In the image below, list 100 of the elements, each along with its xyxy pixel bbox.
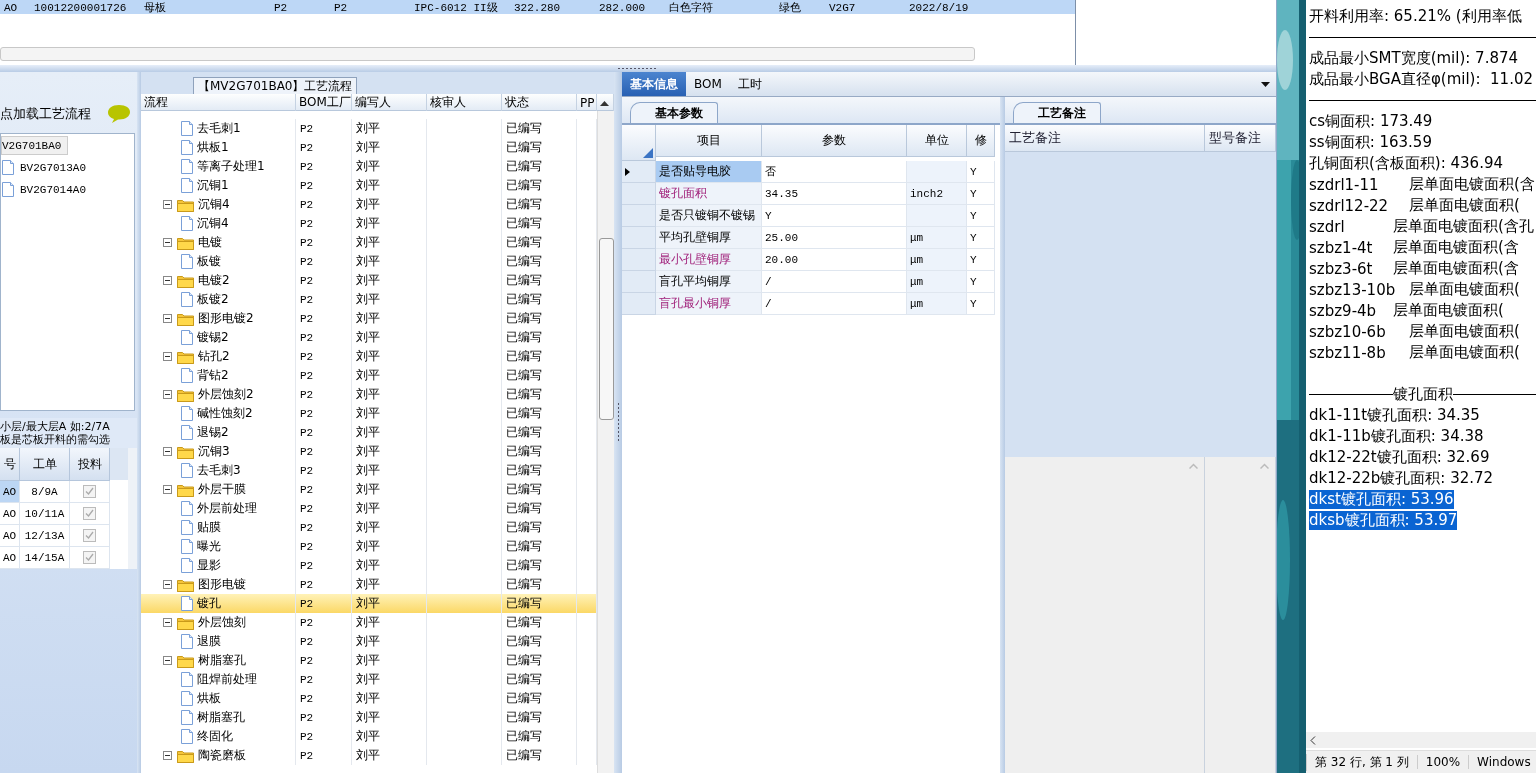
- column-header[interactable]: 状态: [502, 94, 577, 111]
- checkbox[interactable]: [83, 485, 96, 498]
- step-label: 沉铜4: [197, 215, 229, 232]
- column-header[interactable]: 核审人: [427, 94, 502, 111]
- sub-tab[interactable]: 工艺备注: [1013, 102, 1101, 123]
- file-icon: [181, 691, 193, 706]
- step-label: 图形电镀: [198, 576, 246, 593]
- collapse-icon[interactable]: [163, 618, 172, 627]
- column-header[interactable]: 号: [0, 448, 20, 481]
- step-label: 钻孔2: [198, 348, 230, 365]
- corner-header[interactable]: [622, 125, 656, 161]
- file-icon: [181, 425, 193, 440]
- checkbox[interactable]: [83, 551, 96, 564]
- file-icon: [181, 292, 193, 307]
- collapse-icon[interactable]: [163, 485, 172, 494]
- file-icon: [181, 501, 193, 516]
- table-cell-text: 322.280: [513, 1, 562, 14]
- table-cell: AO: [0, 503, 20, 525]
- file-icon: [181, 330, 193, 345]
- column-header[interactable]: 投料: [70, 448, 110, 481]
- table-cell: 14/15A: [20, 547, 70, 569]
- file-icon: [181, 729, 193, 744]
- section-heading: 镀孔面积: [1392, 385, 1453, 404]
- column-header[interactable]: 工艺备注: [1005, 125, 1205, 152]
- table-cell: AO: [0, 525, 20, 547]
- step-label: 沉铜3: [198, 443, 230, 460]
- status-text: 100%: [1416, 755, 1469, 769]
- grip-icon[interactable]: [618, 67, 658, 70]
- selected-text: dksb镀孔面积: 53.97: [1309, 511, 1458, 530]
- collapse-icon[interactable]: [163, 200, 172, 209]
- row-header[interactable]: [622, 161, 656, 183]
- sub-tab[interactable]: 基本参数: [630, 102, 718, 123]
- list-item[interactable]: V2G701BA0: [1, 136, 69, 155]
- checkbox[interactable]: [83, 529, 96, 542]
- column-header[interactable]: 编写人: [352, 94, 427, 111]
- column-header[interactable]: 单位: [907, 125, 967, 157]
- text-line: szdrl: [1309, 217, 1346, 236]
- column-header[interactable]: 型号备注: [1205, 125, 1276, 152]
- column-header[interactable]: 修: [967, 125, 995, 157]
- text-line: 层单面电镀面积(含: [1393, 259, 1519, 278]
- column-header[interactable]: PP: [577, 94, 597, 111]
- text-line: ss铜面积: 163.59: [1309, 133, 1432, 152]
- collapse-icon[interactable]: [163, 656, 172, 665]
- collapse-icon[interactable]: [163, 580, 172, 589]
- flag-cell: Y: [967, 249, 995, 271]
- collapse-icon[interactable]: [163, 751, 172, 760]
- text-line: 层单面电镀面积(: [1409, 322, 1520, 341]
- scroll-up-icon[interactable]: [600, 99, 609, 106]
- collapse-icon[interactable]: [163, 447, 172, 456]
- tab[interactable]: BOM: [686, 72, 730, 96]
- grip-icon[interactable]: [616, 402, 620, 443]
- step-label: 外层干膜: [198, 481, 246, 498]
- step-label: 等离子处理1: [197, 158, 265, 175]
- tab[interactable]: 基本信息: [622, 72, 686, 96]
- column-header[interactable]: 参数: [762, 125, 907, 157]
- table-row[interactable]: AO 10012200001726 母板 P2 P2 IPC-6012 II级 322.280 282.000 白色字符 绿色 V2G7 2022/8/19: [0, 0, 1075, 14]
- scrollbar[interactable]: [1306, 732, 1536, 748]
- status-text: 第 32 行, 第 1 列: [1306, 753, 1417, 771]
- checkbox[interactable]: [83, 507, 96, 520]
- scroll-left-icon[interactable]: [1310, 735, 1316, 745]
- step-label: 阻焊前处理: [197, 671, 257, 688]
- text-line: dk12-22b镀孔面积: 32.72: [1309, 469, 1494, 488]
- selected-row[interactable]: 镀孔 P2 刘平 已编写: [141, 594, 597, 613]
- column-header[interactable]: 工单: [20, 448, 70, 481]
- flag-cell: Y: [967, 161, 995, 183]
- file-icon: [181, 672, 193, 687]
- file-icon: [181, 254, 193, 269]
- collapse-icon[interactable]: [163, 390, 172, 399]
- step-label: 去毛刺1: [197, 120, 241, 137]
- scrollbar[interactable]: [597, 111, 614, 773]
- list-item[interactable]: BV2G7014A0: [1, 180, 93, 199]
- collapse-icon[interactable]: [163, 238, 172, 247]
- step-label: 显影: [197, 557, 221, 574]
- param-value: /: [762, 271, 907, 293]
- tab[interactable]: 工时: [729, 72, 770, 96]
- step-label: 背钻2: [197, 367, 229, 384]
- file-icon: [181, 121, 193, 136]
- list-item[interactable]: BV2G7013A0: [1, 158, 93, 177]
- column-header[interactable]: BOM工厂: [296, 94, 352, 111]
- note-text: 小层/最大层A 如:2/7A: [0, 420, 111, 433]
- param-value: Y: [762, 205, 907, 227]
- column-header[interactable]: 项目: [656, 125, 762, 157]
- scrollbar[interactable]: [128, 448, 137, 569]
- file-icon: [181, 216, 193, 231]
- collapse-icon[interactable]: [163, 276, 172, 285]
- collapse-icon[interactable]: [163, 314, 172, 323]
- scrollbar[interactable]: [0, 47, 975, 61]
- step-label: 碱性蚀刻2: [197, 405, 253, 422]
- panel-title: 【MV2G701BA0】工艺流程: [193, 77, 358, 94]
- table-cell-text: V2G7: [828, 1, 857, 14]
- scroll-thumb[interactable]: [598, 238, 614, 420]
- step-label: 终固化: [197, 728, 233, 745]
- step-label: 图形电镀2: [198, 310, 254, 327]
- flag-cell: Y: [967, 227, 995, 249]
- collapse-icon[interactable]: [163, 352, 172, 361]
- column-header[interactable]: 流程: [141, 94, 296, 111]
- folder-icon: [177, 748, 194, 763]
- file-icon: [181, 539, 193, 554]
- status-text: Windows: [1468, 755, 1536, 769]
- speech-bubble-icon[interactable]: [107, 104, 131, 124]
